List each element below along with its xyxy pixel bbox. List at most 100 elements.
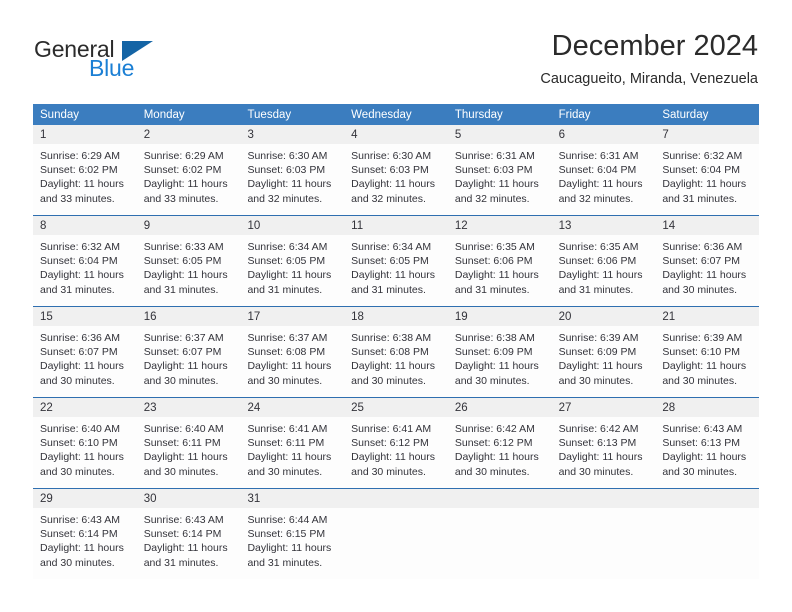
week-daynumber-band: 1234567	[33, 125, 759, 144]
day-number[interactable]: 16	[137, 307, 241, 326]
day-daylight-text: Daylight: 11 hours	[143, 542, 228, 555]
day-daylight-text: Daylight: 11 hours	[662, 269, 747, 282]
weekday-header-wednesday: Wednesday	[351, 109, 412, 121]
day-cell[interactable]: Sunrise: 6:29 AM Sunset: 6:02 PM Daylight:…	[33, 144, 137, 215]
day-cell[interactable]: Sunrise: 6:31 AM Sunset: 6:03 PM Daylight:…	[448, 144, 552, 215]
day-cell[interactable]: Sunrise: 6:35 AM Sunset: 6:06 PM Daylight:…	[448, 235, 552, 306]
day-cell[interactable]: Sunrise: 6:30 AM Sunset: 6:03 PM Daylight:…	[344, 144, 448, 215]
day-cell[interactable]: Sunrise: 6:37 AM Sunset: 6:07 PM Daylight:…	[137, 326, 241, 397]
day-sunset-text: Sunset: 6:02 PM	[143, 164, 222, 177]
calendar-week-row: 22 23 24 25 26 27 28 Sunrise: 6:40 AM Sunset: 6:…	[33, 397, 759, 488]
weekday-header-monday: Monday	[143, 109, 185, 121]
calendar-week-row: 29 30 31 Sunrise: 6:43 AM Sunset: 6:14 PM Day…	[33, 488, 759, 579]
page-subtitle: Caucagueito, Miranda, Venezuela	[540, 71, 758, 87]
day-number[interactable]: 12	[448, 216, 552, 235]
day-cell[interactable]: Sunrise: 6:43 AM Sunset: 6:13 PM Daylight:…	[655, 417, 759, 488]
day-number[interactable]: 31	[240, 489, 344, 508]
day-sunset-text: Sunset: 6:03 PM	[454, 164, 533, 177]
day-cell[interactable]: Sunrise: 6:29 AM Sunset: 6:02 PM Daylight:…	[137, 144, 241, 215]
day-daylight-text: and 31 minutes.	[558, 283, 634, 296]
day-number[interactable]: 15	[33, 307, 137, 326]
day-cell[interactable]: Sunrise: 6:43 AM Sunset: 6:14 PM Daylight:…	[33, 508, 137, 579]
day-sunrise-text: Sunrise: 6:34 AM	[351, 241, 432, 253]
day-cell[interactable]: Sunrise: 6:40 AM Sunset: 6:10 PM Daylight:…	[33, 417, 137, 488]
day-cell[interactable]: Sunrise: 6:44 AM Sunset: 6:15 PM Daylight:…	[240, 508, 344, 579]
day-cell[interactable]: Sunrise: 6:34 AM Sunset: 6:05 PM Daylight:…	[344, 235, 448, 306]
day-number[interactable]: 17	[240, 307, 344, 326]
day-cell[interactable]: Sunrise: 6:41 AM Sunset: 6:12 PM Daylight:…	[344, 417, 448, 488]
day-cell[interactable]: Sunrise: 6:42 AM Sunset: 6:12 PM Daylight:…	[448, 417, 552, 488]
day-number[interactable]: 2	[137, 125, 241, 144]
day-number-empty	[448, 489, 552, 508]
day-sunrise-text: Sunrise: 6:42 AM	[558, 423, 639, 435]
day-number[interactable]: 5	[448, 125, 552, 144]
day-cell[interactable]: Sunrise: 6:38 AM Sunset: 6:09 PM Daylight:…	[448, 326, 552, 397]
day-cell[interactable]: Sunrise: 6:35 AM Sunset: 6:06 PM Daylight:…	[552, 235, 656, 306]
day-sunrise-text: Sunrise: 6:36 AM	[662, 241, 743, 253]
day-sunset-text: Sunset: 6:04 PM	[558, 164, 637, 177]
day-number[interactable]: 8	[33, 216, 137, 235]
day-cell[interactable]: Sunrise: 6:30 AM Sunset: 6:03 PM Daylight:…	[240, 144, 344, 215]
day-number[interactable]: 13	[552, 216, 656, 235]
day-number[interactable]: 19	[448, 307, 552, 326]
day-cell[interactable]: Sunrise: 6:32 AM Sunset: 6:04 PM Daylight:…	[33, 235, 137, 306]
day-sunrise-text: Sunrise: 6:40 AM	[143, 423, 224, 435]
day-cell[interactable]: Sunrise: 6:32 AM Sunset: 6:04 PM Daylight:…	[655, 144, 759, 215]
day-number[interactable]: 10	[240, 216, 344, 235]
day-number[interactable]: 22	[33, 398, 137, 417]
day-sunset-text: Sunset: 6:15 PM	[247, 528, 326, 541]
day-cell[interactable]: Sunrise: 6:43 AM Sunset: 6:14 PM Daylight:…	[137, 508, 241, 579]
day-cell[interactable]: Sunrise: 6:36 AM Sunset: 6:07 PM Daylight:…	[33, 326, 137, 397]
day-cell[interactable]: Sunrise: 6:33 AM Sunset: 6:05 PM Daylight:…	[137, 235, 241, 306]
day-daylight-text: Daylight: 11 hours	[143, 451, 228, 464]
day-number[interactable]: 18	[344, 307, 448, 326]
weekday-header-sunday: Sunday	[40, 109, 80, 121]
day-sunrise-text: Sunrise: 6:35 AM	[558, 241, 639, 253]
day-cell[interactable]: Sunrise: 6:41 AM Sunset: 6:11 PM Daylight:…	[240, 417, 344, 488]
day-cell[interactable]: Sunrise: 6:34 AM Sunset: 6:05 PM Daylight:…	[240, 235, 344, 306]
day-sunrise-text: Sunrise: 6:37 AM	[143, 332, 224, 344]
day-number[interactable]: 24	[240, 398, 344, 417]
brand-logo[interactable]: General Blue	[34, 36, 214, 86]
day-number[interactable]: 14	[655, 216, 759, 235]
day-number[interactable]: 3	[240, 125, 344, 144]
day-number[interactable]: 11	[344, 216, 448, 235]
day-number[interactable]: 23	[137, 398, 241, 417]
day-number[interactable]: 26	[448, 398, 552, 417]
day-number[interactable]: 4	[344, 125, 448, 144]
day-daylight-text: and 31 minutes.	[247, 556, 323, 569]
day-cell[interactable]: Sunrise: 6:39 AM Sunset: 6:10 PM Daylight:…	[655, 326, 759, 397]
day-cell-empty	[448, 508, 552, 579]
day-daylight-text: and 32 minutes.	[454, 192, 530, 205]
day-daylight-text: Daylight: 11 hours	[454, 269, 539, 282]
day-cell[interactable]: Sunrise: 6:36 AM Sunset: 6:07 PM Daylight:…	[655, 235, 759, 306]
day-sunset-text: Sunset: 6:06 PM	[454, 255, 533, 268]
day-number[interactable]: 28	[655, 398, 759, 417]
day-daylight-text: Daylight: 11 hours	[662, 360, 747, 373]
day-number[interactable]: 1	[33, 125, 137, 144]
day-number[interactable]: 25	[344, 398, 448, 417]
day-sunset-text: Sunset: 6:13 PM	[662, 437, 740, 450]
day-sunset-text: Sunset: 6:05 PM	[351, 255, 429, 268]
day-number[interactable]: 29	[33, 489, 137, 508]
day-number[interactable]: 30	[137, 489, 241, 508]
day-sunrise-text: Sunrise: 6:38 AM	[454, 332, 535, 344]
day-sunrise-text: Sunrise: 6:41 AM	[247, 423, 328, 435]
day-cell[interactable]: Sunrise: 6:31 AM Sunset: 6:04 PM Daylight:…	[552, 144, 656, 215]
day-cell[interactable]: Sunrise: 6:42 AM Sunset: 6:13 PM Daylight:…	[552, 417, 656, 488]
day-number[interactable]: 21	[655, 307, 759, 326]
day-cell[interactable]: Sunrise: 6:40 AM Sunset: 6:11 PM Daylight:…	[137, 417, 241, 488]
day-number[interactable]: 7	[655, 125, 759, 144]
day-cell[interactable]: Sunrise: 6:38 AM Sunset: 6:08 PM Daylight:…	[344, 326, 448, 397]
day-number[interactable]: 9	[137, 216, 241, 235]
day-daylight-text: and 32 minutes.	[558, 192, 634, 205]
day-daylight-text: Daylight: 11 hours	[351, 269, 436, 282]
day-sunset-text: Sunset: 6:09 PM	[558, 346, 637, 359]
day-number[interactable]: 20	[552, 307, 656, 326]
day-cell[interactable]: Sunrise: 6:37 AM Sunset: 6:08 PM Daylight:…	[240, 326, 344, 397]
day-number[interactable]: 6	[552, 125, 656, 144]
day-sunset-text: Sunset: 6:14 PM	[40, 528, 118, 541]
day-cell[interactable]: Sunrise: 6:39 AM Sunset: 6:09 PM Daylight:…	[552, 326, 656, 397]
title-block: December 2024 Caucagueito, Miranda, Vene…	[540, 28, 758, 88]
day-number[interactable]: 27	[552, 398, 656, 417]
